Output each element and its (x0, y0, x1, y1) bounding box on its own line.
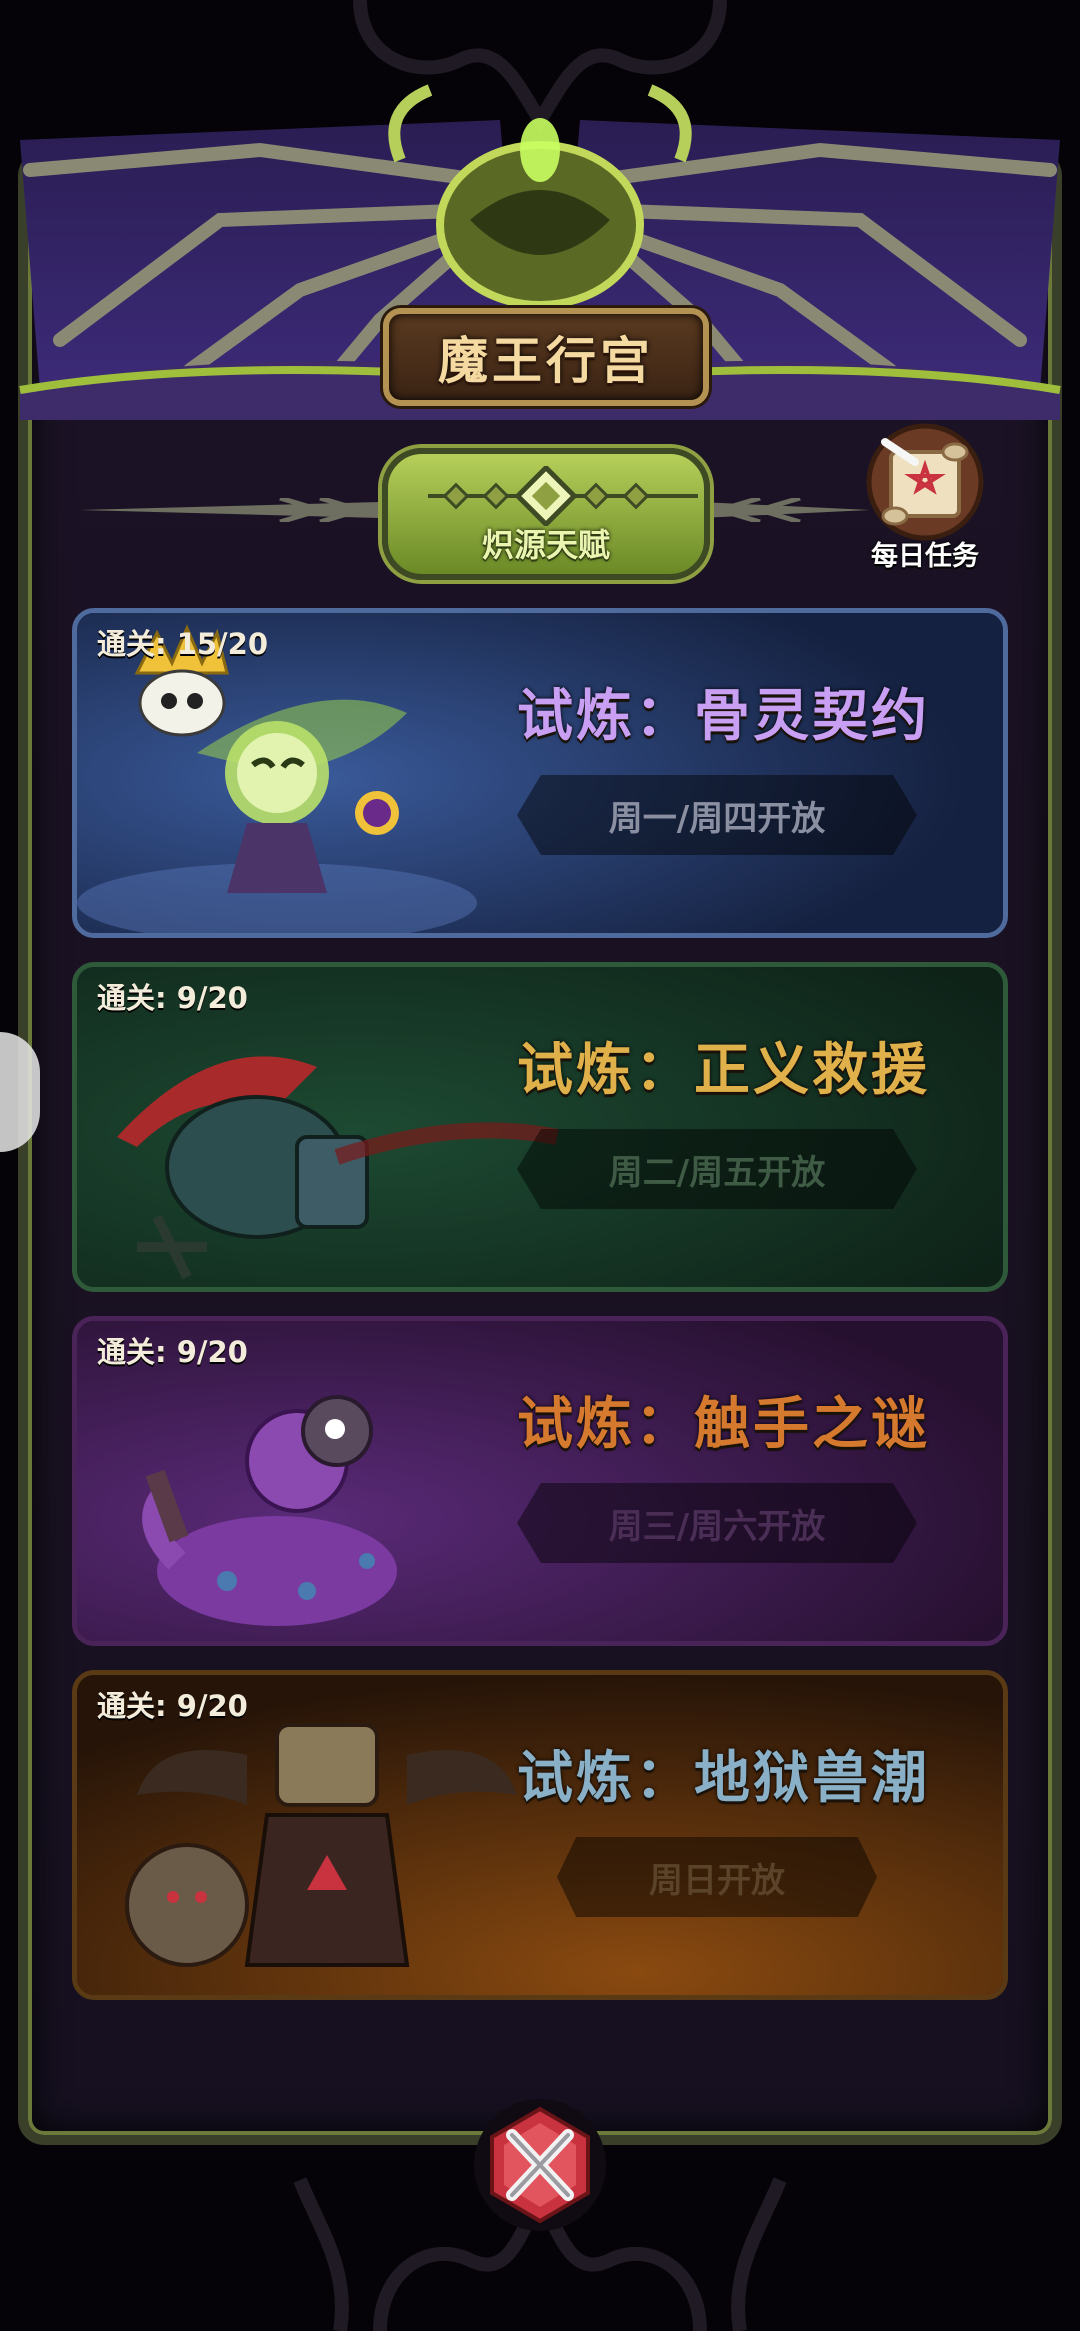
trial-progress: 通关: 9/20 (97, 981, 248, 1015)
trial-card-tentacle[interactable]: 通关: 9/20 试炼：触手之谜 周三/周六开放 (72, 1316, 1008, 1646)
trial-progress: 通关: 9/20 (97, 1335, 248, 1369)
trial-name: 试炼：触手之谜 (517, 1392, 930, 1457)
trial-card-justice[interactable]: 通关: 9/20 试炼：正义救援 周二/周五开放 (72, 962, 1008, 1292)
trial-schedule: 周二/周五开放 (517, 1129, 917, 1209)
trial-card-bone[interactable]: 通关: 15/20 试炼：骨灵契约 周一/周四开放 (72, 608, 1008, 938)
trial-schedule: 周一/周四开放 (517, 775, 917, 855)
scroll-quest-icon (866, 423, 984, 541)
trial-schedule: 周日开放 (557, 1837, 877, 1917)
trial-progress: 通关: 9/20 (97, 1689, 248, 1723)
trial-name: 试炼：正义救援 (517, 1038, 930, 1103)
daily-task-button[interactable]: 每日任务 (855, 422, 995, 572)
diamond-ornament-icon (428, 466, 698, 526)
trial-schedule: 周三/周六开放 (517, 1483, 917, 1563)
talent-button[interactable]: 炽源天赋 (382, 448, 710, 580)
trial-progress: 通关: 15/20 (97, 627, 268, 661)
trial-name: 试炼：骨灵契约 (517, 684, 930, 749)
ornament-spike-right (700, 498, 870, 522)
talent-label: 炽源天赋 (481, 526, 610, 564)
page-title: 魔王行宫 (438, 332, 654, 390)
title-plaque: 魔王行宫 (383, 308, 709, 406)
close-icon[interactable] (470, 2095, 610, 2235)
trial-card-hell[interactable]: 通关: 9/20 试炼：地狱兽潮 周日开放 (72, 1670, 1008, 2000)
ornament-spike-left (80, 498, 380, 522)
daily-task-label: 每日任务 (871, 541, 979, 572)
trial-name: 试炼：地狱兽潮 (517, 1746, 930, 1811)
